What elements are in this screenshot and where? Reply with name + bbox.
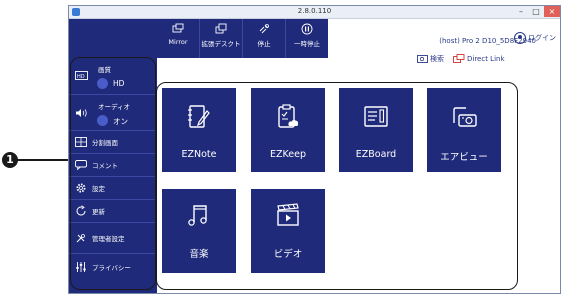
callout-1: 1 xyxy=(2,152,18,168)
callout-1-leader xyxy=(17,159,69,161)
direct-link-icon xyxy=(453,54,465,63)
user-icon xyxy=(514,32,526,44)
stop-label: 停止 xyxy=(257,40,271,48)
login-label: ログイン xyxy=(528,34,556,42)
pause-icon xyxy=(301,23,313,35)
stop-button[interactable]: 停止 xyxy=(243,19,286,58)
extend-desktop-button[interactable]: 拡張デスクト xyxy=(200,19,243,58)
maximize-button[interactable]: □ xyxy=(529,6,543,17)
title-bar: 2.8.0.110 – □ × xyxy=(69,6,560,19)
search-button[interactable]: 検索 xyxy=(417,54,444,64)
minimize-button[interactable]: – xyxy=(514,6,528,17)
direct-link-label: Direct Link xyxy=(467,54,505,63)
extend-desktop-label: 拡張デスクト xyxy=(201,40,241,48)
search-label: 検索 xyxy=(430,55,444,63)
search-device-icon xyxy=(417,54,428,63)
pause-button[interactable]: 一時停止 xyxy=(286,19,328,58)
direct-link-button[interactable]: Direct Link xyxy=(453,54,505,63)
mirror-button[interactable]: Mirror xyxy=(157,19,200,58)
mirror-icon xyxy=(172,23,184,33)
sidebar-header xyxy=(69,19,157,58)
mirror-label: Mirror xyxy=(168,38,188,46)
apps-highlight-frame xyxy=(156,82,518,290)
stop-icon xyxy=(259,24,269,34)
login-button[interactable]: ログイン xyxy=(514,32,556,44)
version-label: 2.8.0.110 xyxy=(297,7,332,15)
sidebar-highlight-frame xyxy=(70,57,156,290)
pause-label: 一時停止 xyxy=(294,40,320,48)
close-button[interactable]: × xyxy=(544,6,560,17)
toolbar: Mirror 拡張デスクト 停止 一時停止 xyxy=(157,19,328,58)
extend-desktop-icon xyxy=(215,23,227,34)
